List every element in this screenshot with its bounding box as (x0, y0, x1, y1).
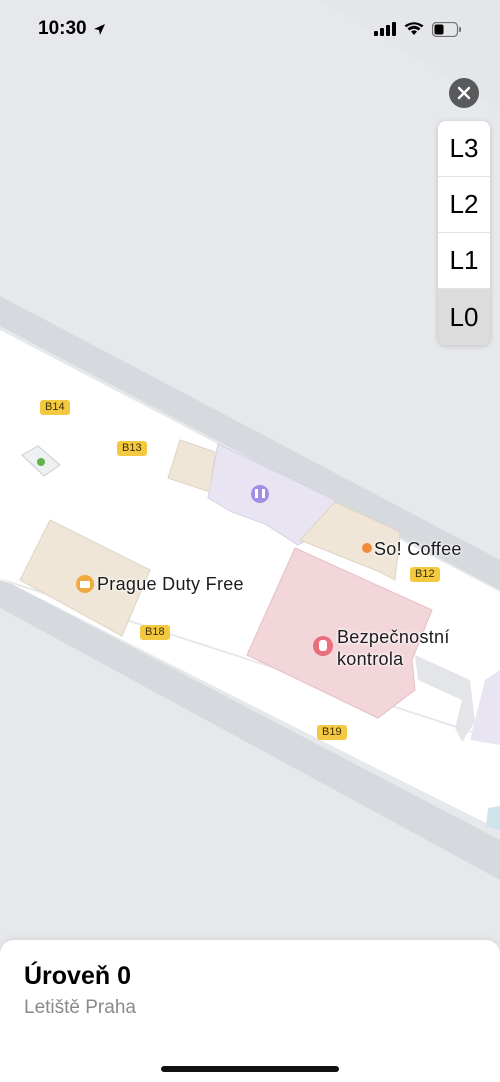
status-time: 10:30 (38, 18, 87, 39)
cellular-signal-icon (374, 22, 396, 36)
shopping-bag-icon-shape (80, 581, 90, 588)
coffee-dot-icon[interactable] (362, 543, 372, 553)
location-arrow-icon (93, 23, 105, 35)
sheet-subtitle: Letiště Praha (24, 997, 136, 1018)
gate-badge-b13[interactable]: B13 (117, 441, 147, 456)
wifi-icon (404, 22, 424, 35)
security-label-line1[interactable]: Bezpečnostní (337, 627, 450, 648)
status-icons (374, 21, 462, 37)
level-button-l3[interactable]: L3 (438, 121, 490, 177)
hand-stop-icon-shape (319, 640, 327, 651)
gate-badge-b19[interactable]: B19 (317, 725, 347, 740)
duty-free-label[interactable]: Prague Duty Free (97, 574, 244, 595)
level-button-l0[interactable]: L0 (438, 289, 490, 345)
right-small-block (486, 806, 500, 830)
status-bar: 10:30 (0, 0, 500, 58)
map-canvas (0, 0, 500, 940)
indoor-map[interactable]: B14 B13 B12 B18 B19 Prague Duty Free So!… (0, 0, 500, 940)
security-label-line2[interactable]: kontrola (337, 649, 403, 670)
restroom-icon-figure-1 (255, 489, 258, 498)
green-dot-icon (37, 458, 45, 466)
home-indicator[interactable] (161, 1066, 339, 1072)
bottom-sheet[interactable]: Úroveň 0 Letiště Praha (0, 940, 500, 1082)
restroom-icon-figure-2 (262, 489, 265, 498)
level-button-l2[interactable]: L2 (438, 177, 490, 233)
coffee-label[interactable]: So! Coffee (374, 539, 462, 560)
status-time-group: 10:30 (38, 18, 106, 40)
gate-badge-b14[interactable]: B14 (40, 400, 70, 415)
restroom-icon[interactable] (251, 485, 269, 503)
close-icon (457, 86, 471, 100)
gate-badge-b12[interactable]: B12 (410, 567, 440, 582)
battery-icon (432, 21, 461, 37)
level-picker: L3 L2 L1 L0 (438, 121, 490, 345)
gate-badge-b18[interactable]: B18 (140, 625, 170, 640)
level-button-l1[interactable]: L1 (438, 233, 490, 289)
sheet-title: Úroveň 0 (24, 962, 131, 990)
close-button[interactable] (449, 78, 479, 108)
